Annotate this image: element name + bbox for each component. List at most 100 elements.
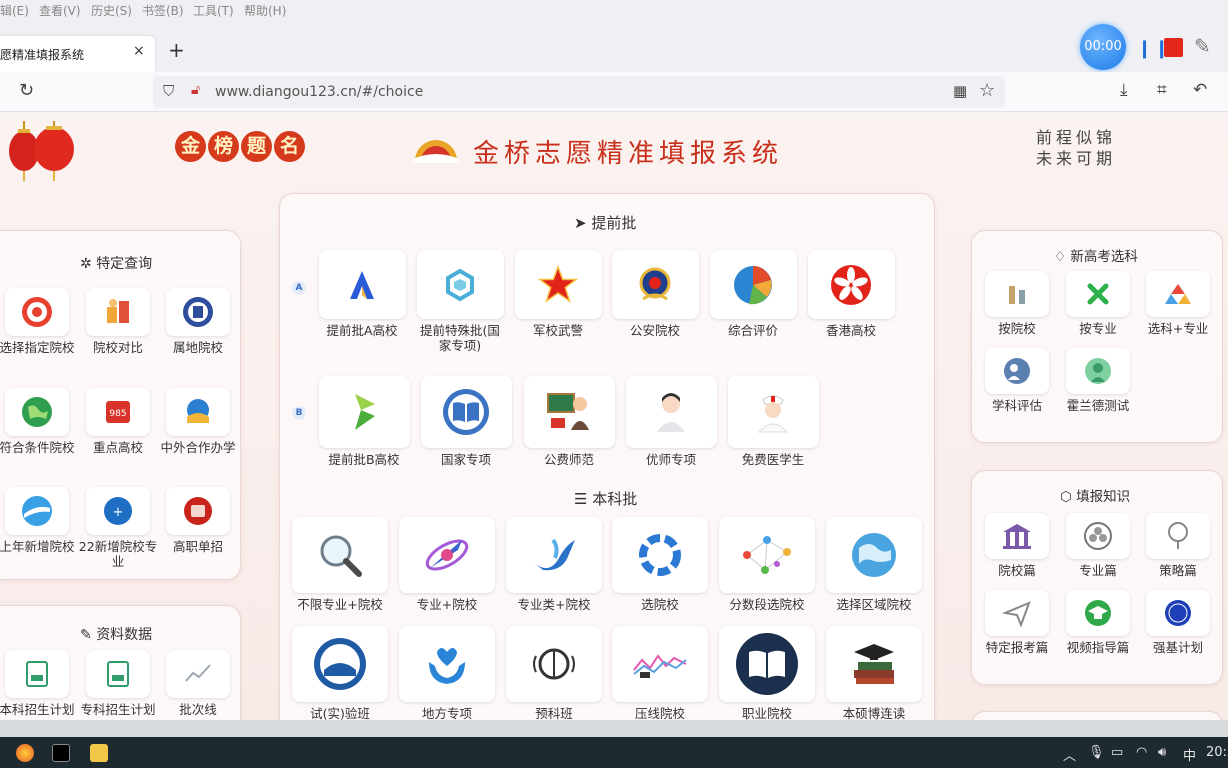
tile-school-compare[interactable]: 院校对比 [78, 288, 158, 355]
tile-label: 提前批A高校 [326, 323, 398, 338]
tile-sino-foreign[interactable]: 中外合作办学 [158, 388, 238, 455]
tile-police[interactable]: 公安院校 [611, 250, 699, 338]
horizontal-scrollbar[interactable] [0, 720, 1228, 737]
tile-vocational-single[interactable]: 高职单招 [158, 487, 238, 554]
chevron-up-icon[interactable]: ︿ [1063, 745, 1076, 764]
tile-hongkong[interactable]: 香港高校 [807, 250, 895, 338]
tile-experimental-class[interactable]: 试(实)验班 [291, 626, 389, 720]
center-card: ➤ 提前批 A 提前批A高校 提前特殊批(国家专项) 军校武警 公安院校 综合评… [279, 193, 935, 720]
close-tab-icon[interactable]: × [133, 43, 145, 59]
tile-free-medical[interactable]: 免费医学生 [727, 376, 819, 467]
tile-special-apply-guide[interactable]: 特定报考篇 [980, 590, 1054, 655]
tile-last-year-new[interactable]: 上年新增院校 [0, 487, 77, 554]
menu-tools[interactable]: 工具(T) [193, 2, 234, 19]
url-text[interactable]: www.diangou123.cn/#/choice [215, 84, 423, 100]
tile-batch-line[interactable]: 批次线 [158, 650, 238, 717]
banner-char: 榜 [208, 131, 239, 162]
browser-tab[interactable]: 愿精准填报系统 × [0, 36, 155, 72]
tile-local-school[interactable]: 属地院校 [158, 288, 238, 355]
tile-holland-test[interactable]: 霍兰德测试 [1061, 348, 1135, 413]
recorder-timer[interactable]: 00:00 [1080, 24, 1126, 70]
firefox-icon[interactable] [16, 744, 34, 762]
tile-by-major[interactable]: 按专业 [1061, 271, 1135, 336]
tile-label: 优师专项 [645, 452, 696, 467]
tile-region-school[interactable]: 选择区域院校 [825, 517, 923, 612]
tile-strong-base-plan[interactable]: 强基计划 [1141, 590, 1215, 655]
tile-score-range[interactable]: 分数段选院校 [718, 517, 816, 612]
ide-icon[interactable] [52, 744, 70, 762]
tile-label: 专业类+院校 [517, 597, 591, 612]
tile-school-guide[interactable]: 院校篇 [980, 513, 1054, 578]
plan-sheet-icon [107, 661, 129, 687]
folder-icon[interactable] [90, 744, 108, 762]
tile-key-university[interactable]: 985 重点高校 [78, 388, 158, 455]
tile-early-b[interactable]: 提前批B高校 [318, 376, 410, 467]
menu-edit[interactable]: 辑(E) [0, 2, 29, 19]
tile-choose-school[interactable]: 选院校 [611, 517, 709, 612]
tile-by-school[interactable]: 按院校 [980, 271, 1054, 336]
tile-excellent-teacher[interactable]: 优师专项 [625, 376, 717, 467]
reload-icon[interactable]: ↻ [19, 80, 34, 101]
ime-indicator[interactable]: 中 [1183, 745, 1196, 764]
clock[interactable]: 20:3 [1206, 745, 1228, 760]
shield-icon[interactable]: ⛉ [163, 82, 174, 100]
tile-majorclass-school[interactable]: 专业类+院校 [505, 517, 603, 612]
plan-sheet-icon [26, 661, 48, 687]
screenshot-icon[interactable]: ⌗ [1157, 80, 1167, 100]
menu-help[interactable]: 帮助(H) [244, 2, 286, 19]
menu-view[interactable]: 查看(V) [39, 2, 81, 19]
wifi-icon[interactable]: ◠ [1136, 745, 1147, 760]
stop-icon[interactable] [1164, 38, 1183, 57]
tile-junior-plan[interactable]: 专科招生计划 [78, 650, 158, 717]
volume-icon[interactable]: 🔊︎ [1158, 745, 1166, 760]
url-bar[interactable]: ⛉ 🔓︎ www.diangou123.cn/#/choice ▦ ☆ [153, 76, 1005, 108]
tile-select-school[interactable]: 选择指定院校 [0, 288, 77, 355]
tile-video-guide[interactable]: 视频指导篇 [1061, 590, 1135, 655]
tile-discipline-eval[interactable]: 学科评估 [980, 348, 1054, 413]
tab-title: 愿精准填报系统 [0, 48, 85, 62]
menu-bookmarks[interactable]: 书签(B) [142, 2, 184, 19]
tile-military[interactable]: 军校武警 [514, 250, 602, 338]
magnifier-icon [320, 535, 362, 577]
tile-label: 地方专项 [421, 706, 472, 720]
bookmark-star-icon[interactable]: ☆ [979, 80, 995, 101]
tile-bachelor-master-phd[interactable]: 本硕博连读 [825, 626, 923, 720]
school-figure-icon [1009, 286, 1025, 304]
tile-public-normal[interactable]: 公费师范 [523, 376, 615, 467]
tile-comprehensive[interactable]: 综合评价 [709, 250, 797, 338]
paper-plane-icon: ➤ [574, 214, 592, 232]
menu-history[interactable]: 历史(S) [91, 2, 132, 19]
tile-national-special[interactable]: 国家专项 [420, 376, 512, 467]
undo-icon[interactable]: ↶ [1193, 80, 1207, 100]
tile-early-a[interactable]: 提前批A高校 [318, 250, 406, 338]
care-hands-icon [429, 648, 465, 684]
tile-strategy-guide[interactable]: 策略篇 [1141, 513, 1215, 578]
lantern-icon [9, 121, 74, 181]
tile-borderline-school[interactable]: 压线院校 [611, 626, 709, 720]
tile-22-new-major[interactable]: + 22新增院校专业 [78, 487, 158, 569]
pen-icon[interactable]: ✎ [1194, 34, 1211, 58]
red-star-icon [538, 264, 578, 303]
tile-undergrad-plan[interactable]: 本科招生计划 [0, 650, 77, 717]
menu-bar: 辑(E) 查看(V) 历史(S) 书签(B) 工具(T) 帮助(H) [0, 0, 1228, 20]
tile-preparatory[interactable]: 预科班 [505, 626, 603, 720]
tile-vocational-school[interactable]: 职业院校 [718, 626, 816, 720]
qr-code-icon[interactable]: ▦ [953, 82, 967, 100]
tile-major-guide[interactable]: 专业篇 [1061, 513, 1135, 578]
tile-label: 本硕博连读 [842, 706, 906, 720]
tile-early-special[interactable]: 提前特殊批(国家专项) [416, 250, 504, 353]
download-icon[interactable]: ⤓ [1120, 80, 1128, 100]
tile-local-special[interactable]: 地方专项 [398, 626, 496, 720]
tile-major-school[interactable]: 专业+院校 [398, 517, 496, 612]
layers-icon: ⬡ [1060, 489, 1077, 505]
tile-eligible-school[interactable]: 符合条件院校 [0, 388, 77, 455]
tile-any-major-school[interactable]: 不限专业+院校 [291, 517, 389, 612]
row-b-badge: B [292, 406, 306, 420]
puzzle-blocks-icon [1165, 284, 1191, 304]
taskbar: ︿ 🎙︎ ▭ ◠ 🔊︎ 中 20:3 [0, 720, 1228, 768]
tile-subject-major[interactable]: 选科+专业 [1141, 271, 1215, 336]
battery-icon[interactable]: ▭ [1111, 745, 1123, 760]
insecure-lock-icon[interactable]: 🔓︎ [191, 82, 200, 98]
microphone-icon[interactable]: 🎙︎ [1088, 745, 1105, 760]
new-tab-button[interactable]: + [168, 38, 185, 62]
